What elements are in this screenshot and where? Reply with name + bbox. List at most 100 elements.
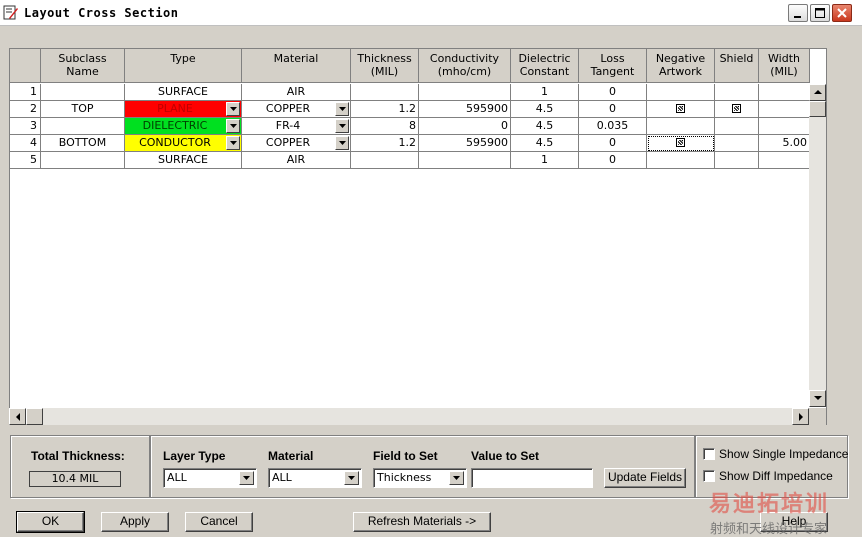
apply-button[interactable]: Apply: [101, 512, 169, 532]
column-header-subclass-name: Subclass Name: [41, 49, 125, 83]
table-row[interactable]: 3 DIELECTRIC FR-4 8 0 4.5 0.035: [10, 118, 810, 135]
cell-type[interactable]: CONDUCTOR: [125, 135, 242, 152]
vertical-scroll-thumb[interactable]: [809, 101, 826, 117]
checked-box-icon[interactable]: [676, 104, 685, 113]
cell-material[interactable]: AIR: [242, 152, 351, 169]
cell-dielectric-constant[interactable]: 1: [511, 84, 579, 101]
material-dropdown-button[interactable]: [335, 136, 349, 150]
cell-loss-tangent[interactable]: 0: [579, 152, 647, 169]
cell-width[interactable]: [759, 118, 810, 135]
scroll-down-button[interactable]: [809, 390, 826, 407]
cell-loss-tangent[interactable]: 0: [579, 84, 647, 101]
cell-loss-tangent[interactable]: 0.035: [579, 118, 647, 135]
cell-dielectric-constant[interactable]: 4.5: [511, 135, 579, 152]
cell-loss-tangent[interactable]: 0: [579, 135, 647, 152]
cell-negative-artwork[interactable]: [647, 101, 715, 118]
cell-subclass-name[interactable]: [41, 118, 125, 135]
type-dropdown-button[interactable]: [226, 102, 240, 116]
vertical-scrollbar[interactable]: [809, 84, 826, 407]
cell-width[interactable]: [759, 152, 810, 169]
chevron-down-icon: [229, 107, 237, 111]
cell-thickness[interactable]: [351, 152, 419, 169]
ok-button[interactable]: OK: [16, 511, 85, 533]
cell-shield[interactable]: [715, 84, 759, 101]
cell-type[interactable]: SURFACE: [125, 152, 242, 169]
type-dropdown-button[interactable]: [226, 119, 240, 133]
cell-conductivity[interactable]: 595900: [419, 135, 511, 152]
cell-negative-artwork[interactable]: [647, 152, 715, 169]
field-to-set-label: Field to Set: [373, 449, 438, 463]
material-dropdown-button[interactable]: [335, 102, 349, 116]
cell-row-number: 4: [10, 135, 41, 152]
cell-conductivity[interactable]: [419, 152, 511, 169]
column-header-label: Width (MIL): [768, 52, 800, 78]
cell-type[interactable]: DIELECTRIC: [125, 118, 242, 135]
chevron-down-icon: [338, 124, 346, 128]
cell-conductivity[interactable]: 0: [419, 118, 511, 135]
cell-thickness[interactable]: 8: [351, 118, 419, 135]
column-header-label: Negative Artwork: [655, 52, 706, 78]
cell-conductivity[interactable]: [419, 84, 511, 101]
cell-subclass-name[interactable]: [41, 84, 125, 101]
cell-material[interactable]: AIR: [242, 84, 351, 101]
minimize-button[interactable]: [788, 4, 808, 22]
checked-box-icon[interactable]: [732, 104, 741, 113]
cell-negative-artwork[interactable]: [647, 84, 715, 101]
cell-dielectric-constant[interactable]: 4.5: [511, 101, 579, 118]
cell-loss-tangent[interactable]: 0: [579, 101, 647, 118]
table-row[interactable]: 1 SURFACE AIR 1 0: [10, 84, 810, 101]
material-dropdown-button[interactable]: [344, 471, 359, 485]
cell-shield[interactable]: [715, 118, 759, 135]
cell-width[interactable]: 5.00: [759, 135, 810, 152]
value-to-set-input[interactable]: [471, 468, 593, 488]
cell-thickness[interactable]: [351, 84, 419, 101]
show-single-impedance-box[interactable]: [703, 448, 715, 460]
cell-subclass-name[interactable]: [41, 152, 125, 169]
cell-type[interactable]: PLANE: [125, 101, 242, 118]
cell-width[interactable]: [759, 101, 810, 118]
minimize-icon: [794, 16, 801, 18]
update-fields-button[interactable]: Update Fields: [604, 468, 686, 488]
checked-box-icon[interactable]: [676, 138, 685, 147]
cell-shield[interactable]: [715, 135, 759, 152]
cell-dielectric-constant[interactable]: 4.5: [511, 118, 579, 135]
maximize-button[interactable]: [810, 4, 830, 22]
layer-type-dropdown-button[interactable]: [239, 471, 254, 485]
table-row[interactable]: 4 BOTTOM CONDUCTOR COPPER 1.2 595900 4.5 0 5.00: [10, 135, 810, 152]
material-select[interactable]: ALL: [268, 468, 362, 488]
refresh-materials-button[interactable]: Refresh Materials ->: [353, 512, 491, 532]
cell-negative-artwork[interactable]: [647, 118, 715, 135]
cell-width[interactable]: [759, 84, 810, 101]
cell-shield[interactable]: [715, 101, 759, 118]
scroll-left-button[interactable]: [9, 408, 26, 425]
cell-dielectric-constant[interactable]: 1: [511, 152, 579, 169]
cell-type[interactable]: SURFACE: [125, 84, 242, 101]
close-button[interactable]: [832, 4, 852, 22]
layer-grid[interactable]: Subclass Name Type Material Thickness (MIL)…: [9, 48, 827, 425]
cell-conductivity[interactable]: 595900: [419, 101, 511, 118]
material-dropdown-button[interactable]: [335, 119, 349, 133]
table-row[interactable]: 2 TOP PLANE COPPER 1.2 595900 4.5 0: [10, 101, 810, 118]
cell-value: 8: [409, 119, 416, 132]
field-to-set-select[interactable]: Thickness: [373, 468, 467, 488]
cell-material[interactable]: COPPER: [242, 135, 351, 152]
cancel-button[interactable]: Cancel: [185, 512, 253, 532]
show-diff-impedance-box[interactable]: [703, 470, 715, 482]
type-dropdown-button[interactable]: [226, 136, 240, 150]
layer-type-select[interactable]: ALL: [163, 468, 257, 488]
horizontal-scroll-thumb[interactable]: [26, 408, 43, 425]
cell-subclass-name[interactable]: TOP: [41, 101, 125, 118]
field-to-set-dropdown-button[interactable]: [449, 471, 464, 485]
value-to-set-label: Value to Set: [471, 449, 540, 463]
cell-shield[interactable]: [715, 152, 759, 169]
scroll-up-button[interactable]: [809, 84, 826, 101]
cell-negative-artwork[interactable]: [647, 135, 715, 152]
cell-thickness[interactable]: 1.2: [351, 101, 419, 118]
cell-material[interactable]: COPPER: [242, 101, 351, 118]
cell-material[interactable]: FR-4: [242, 118, 351, 135]
table-row[interactable]: 5 SURFACE AIR 1 0: [10, 152, 810, 169]
scroll-right-button[interactable]: [792, 408, 809, 425]
cell-subclass-name[interactable]: BOTTOM: [41, 135, 125, 152]
horizontal-scrollbar[interactable]: [9, 408, 809, 425]
cell-thickness[interactable]: 1.2: [351, 135, 419, 152]
